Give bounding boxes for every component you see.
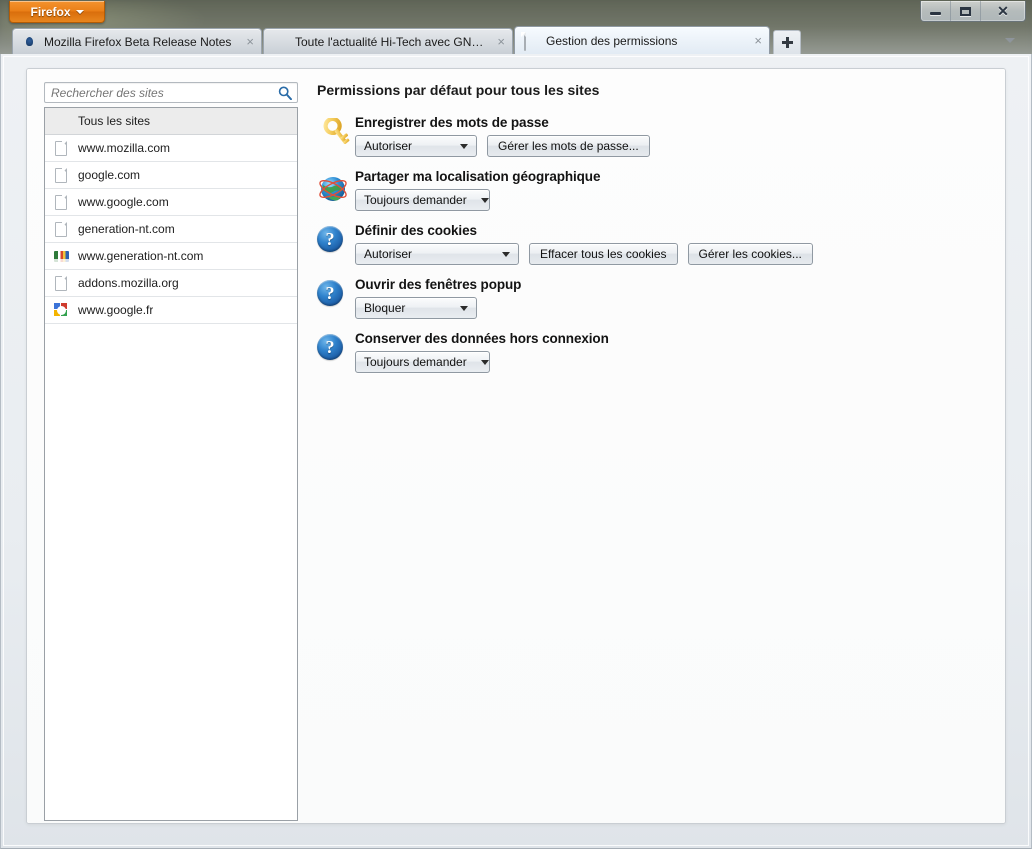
clear-all-cookies-button[interactable]: Effacer tous les cookies (529, 243, 678, 265)
firefox-icon (22, 34, 38, 50)
tab-close-icon[interactable]: × (497, 35, 505, 48)
site-list-item-all-sites[interactable]: Tous les sites (45, 108, 297, 135)
site-label: www.google.com (78, 195, 169, 209)
manage-cookies-button[interactable]: Gérer les cookies... (687, 243, 813, 265)
search-input[interactable] (45, 85, 275, 100)
tab-close-icon[interactable]: × (246, 35, 254, 48)
site-label: www.google.fr (78, 303, 154, 317)
permission-label: Définir des cookies (355, 223, 477, 238)
permission-block-geolocation: Partager ma localisation géographique To… (317, 168, 989, 211)
window-controls: ✕ (920, 1, 1026, 22)
permissions-panel: Permissions par défaut pour tous les sit… (317, 82, 989, 384)
site-label: www.mozilla.com (78, 141, 171, 155)
site-label: addons.mozilla.org (78, 276, 179, 290)
site-list-item[interactable]: www.google.com (45, 189, 297, 216)
browser-window: Firefox ✕ Mozilla Firefox Beta Release N… (0, 0, 1032, 849)
site-label: www.generation-nt.com (78, 249, 204, 263)
search-icon[interactable] (275, 83, 295, 102)
tab-release-notes[interactable]: Mozilla Firefox Beta Release Notes × (12, 28, 262, 54)
permission-label: Ouvrir des fenêtres popup (355, 277, 522, 292)
site-list-item[interactable]: addons.mozilla.org (45, 270, 297, 297)
popups-permission-select[interactable]: Bloquer (355, 297, 477, 319)
google-icon (53, 302, 69, 318)
chevron-down-icon (1005, 37, 1015, 43)
offline-data-permission-select[interactable]: Toujours demander (355, 351, 490, 373)
chevron-down-icon (460, 305, 468, 311)
select-value: Autoriser (364, 139, 413, 153)
tab-list-dropdown-button[interactable] (1002, 33, 1018, 47)
new-tab-button[interactable] (773, 30, 801, 54)
document-icon (53, 167, 69, 183)
document-icon (53, 194, 69, 210)
passwords-permission-select[interactable]: Autoriser (355, 135, 477, 157)
page-title: Permissions par défaut pour tous les sit… (317, 82, 600, 98)
plus-icon (781, 37, 793, 48)
tab-title: Mozilla Firefox Beta Release Notes (44, 34, 232, 49)
document-icon (53, 221, 69, 237)
site-list-item[interactable]: google.com (45, 162, 297, 189)
site-list-item[interactable]: generation-nt.com (45, 216, 297, 243)
help-icon: ? (317, 276, 355, 319)
gnt-icon (273, 34, 289, 50)
document-icon (524, 31, 540, 51)
tab-title: Toute l'actualité Hi-Tech avec GNT : I..… (295, 34, 490, 49)
permission-label: Enregistrer des mots de passe (355, 115, 549, 130)
globe-icon (317, 168, 355, 211)
site-label: Tous les sites (78, 114, 151, 128)
document-icon (53, 275, 69, 291)
close-button[interactable]: ✕ (981, 1, 1025, 21)
minimize-icon (930, 12, 941, 15)
site-label: generation-nt.com (78, 222, 175, 236)
tab-close-icon[interactable]: × (754, 34, 762, 47)
tab-strip: Mozilla Firefox Beta Release Notes × Tou… (0, 25, 1032, 54)
search-box[interactable] (44, 82, 298, 103)
permission-block-popups: ? Ouvrir des fenêtres popup Bloquer (317, 276, 989, 319)
chevron-down-icon (502, 251, 510, 257)
select-value: Autoriser (364, 247, 413, 261)
gnt-icon (53, 248, 69, 264)
document-icon (53, 140, 69, 156)
maximize-button[interactable] (951, 1, 981, 21)
cookies-permission-select[interactable]: Autoriser (355, 243, 519, 265)
geolocation-permission-select[interactable]: Toujours demander (355, 189, 490, 211)
permission-block-offline-data: ? Conserver des données hors connexion T… (317, 330, 989, 373)
select-value: Toujours demander (364, 193, 467, 207)
minimize-button[interactable] (921, 1, 951, 21)
site-list-item[interactable]: www.generation-nt.com (45, 243, 297, 270)
site-label: google.com (78, 168, 141, 182)
tab-generation-nt[interactable]: Toute l'actualité Hi-Tech avec GNT : I..… (263, 28, 513, 54)
chevron-down-icon (480, 359, 489, 365)
sites-panel: Tous les sites www.mozilla.com google.co… (44, 82, 298, 821)
permission-label: Partager ma localisation géographique (355, 169, 601, 184)
permission-block-cookies: ? Définir des cookies Autoriser Effacer … (317, 222, 989, 265)
sites-list[interactable]: Tous les sites www.mozilla.com google.co… (44, 107, 298, 821)
maximize-icon (960, 6, 971, 16)
page-content: Tous les sites www.mozilla.com google.co… (26, 68, 1006, 824)
firefox-app-button[interactable]: Firefox (9, 1, 105, 23)
permission-block-passwords: Enregistrer des mots de passe Autoriser … (317, 114, 989, 157)
tab-gestion-des-permissions[interactable]: Gestion des permissions × (514, 26, 770, 54)
site-list-item[interactable]: www.mozilla.com (45, 135, 297, 162)
firefox-app-button-label: Firefox (30, 4, 71, 19)
tab-title: Gestion des permissions (546, 33, 678, 48)
manage-passwords-button[interactable]: Gérer les mots de passe... (487, 135, 650, 157)
permission-label: Conserver des données hors connexion (355, 331, 609, 346)
select-value: Toujours demander (364, 355, 467, 369)
chevron-down-icon (480, 197, 489, 203)
help-icon: ? (317, 330, 355, 373)
chevron-down-icon (460, 143, 468, 149)
close-icon: ✕ (997, 3, 1009, 19)
key-icon (317, 114, 355, 157)
site-list-item[interactable]: www.google.fr (45, 297, 297, 324)
chevron-down-icon (75, 9, 84, 14)
help-icon: ? (317, 222, 355, 265)
select-value: Bloquer (364, 301, 406, 315)
